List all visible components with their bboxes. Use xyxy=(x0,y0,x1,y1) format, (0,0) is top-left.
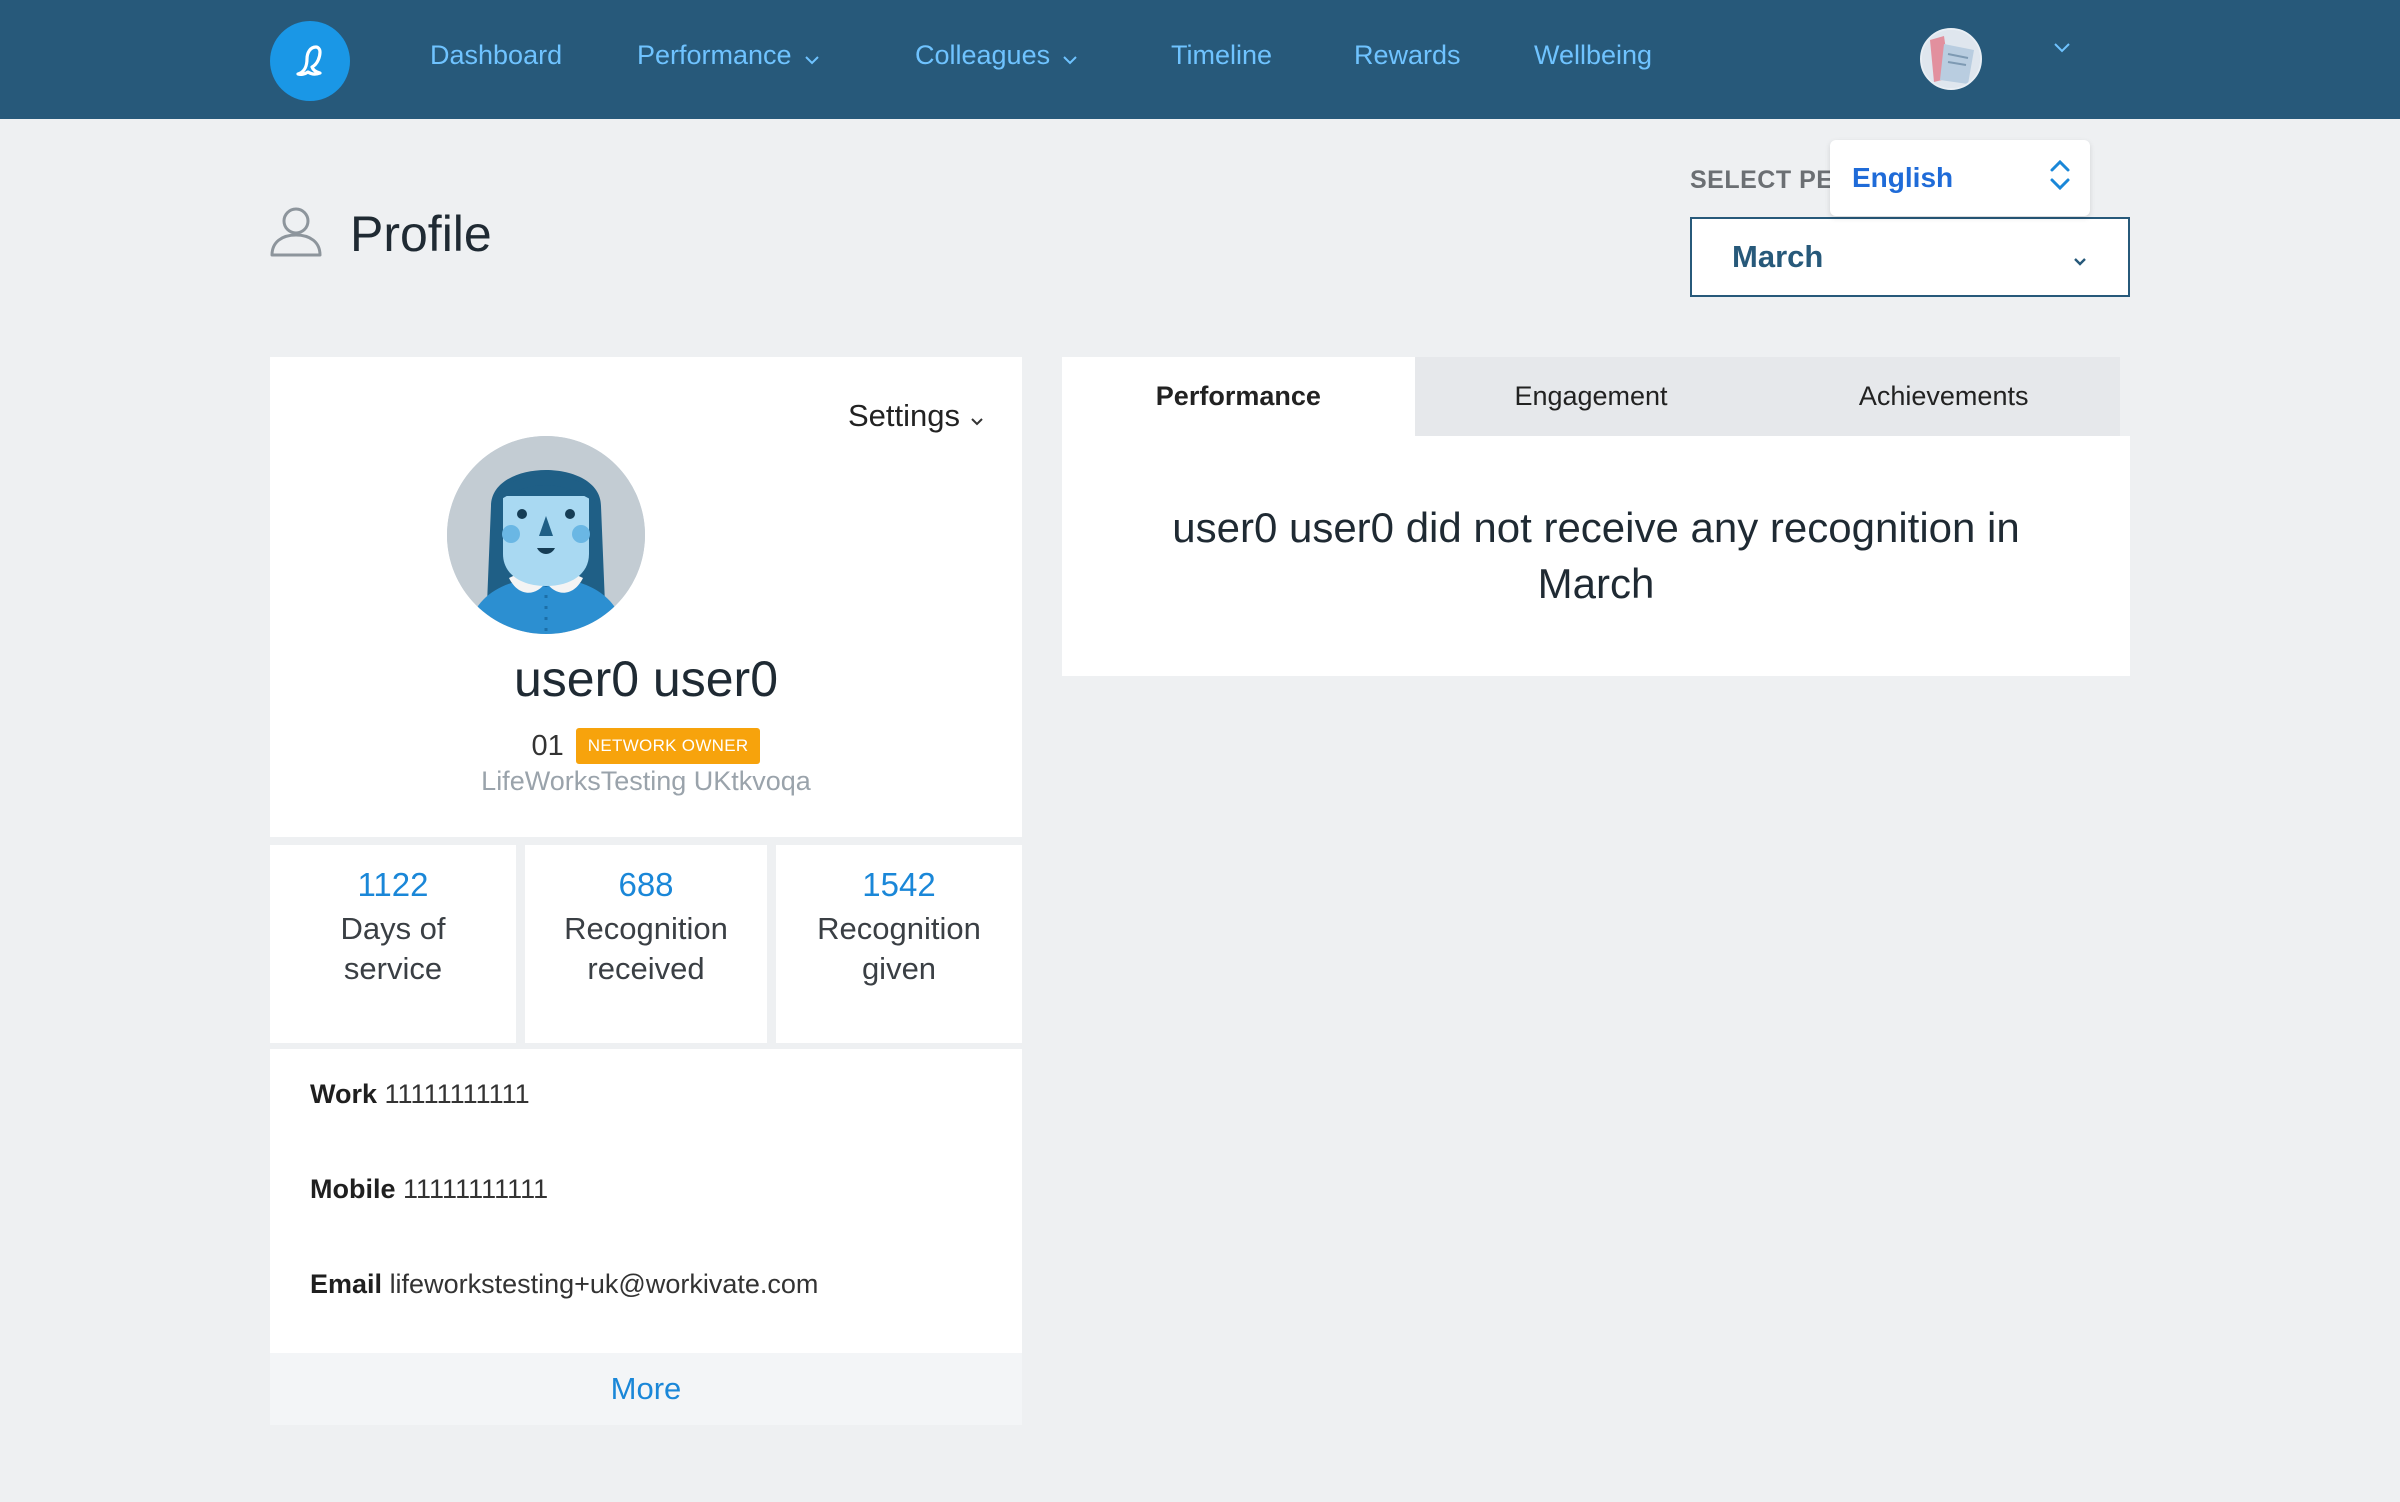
user-outline-icon xyxy=(268,204,324,263)
page-title-text: Profile xyxy=(350,205,492,262)
nav-dashboard-label: Dashboard xyxy=(430,40,563,70)
user-avatar[interactable] xyxy=(1920,28,1982,90)
nav-timeline-label: Timeline xyxy=(1171,40,1273,70)
page-title: Profile xyxy=(268,204,492,263)
nav-wellbeing-label: Wellbeing xyxy=(1534,40,1653,70)
stat-label: Recognition received xyxy=(564,910,728,986)
chevron-down-icon xyxy=(804,55,820,65)
contact-email-label: Email xyxy=(310,1269,383,1299)
settings-dropdown[interactable]: Settings xyxy=(848,398,984,434)
contact-work-label: Work xyxy=(310,1079,378,1109)
performance-panel: user0 user0 did not receive any recognit… xyxy=(1062,436,2130,676)
nav-dashboard[interactable]: Dashboard xyxy=(430,40,562,71)
contact-email: Email lifeworkstesting+uk@workivate.com xyxy=(310,1269,818,1300)
stat-value: 688 xyxy=(618,866,674,903)
stat-recognition-received: 688 Recognition received xyxy=(525,845,767,1043)
top-navigation-bar: Dashboard Performance Colleagues Timelin… xyxy=(0,0,2400,119)
contact-details: Work 11111111111 Mobile 11111111111 Emai… xyxy=(270,1049,1022,1353)
lifeworks-logo-icon[interactable] xyxy=(270,21,350,101)
contact-email-value[interactable]: lifeworkstesting+uk@workivate.com xyxy=(390,1269,819,1299)
tab-engagement[interactable]: Engagement xyxy=(1415,357,1768,436)
nav-colleagues[interactable]: Colleagues xyxy=(915,40,1078,71)
stat-value: 1122 xyxy=(357,866,429,903)
more-button[interactable]: More xyxy=(270,1353,1022,1425)
nav-rewards-label: Rewards xyxy=(1354,40,1461,70)
stat-days-of-service: 1122 Days of service xyxy=(270,845,516,1043)
profile-id-row: 01 NETWORK OWNER xyxy=(270,728,1022,764)
chevron-down-icon xyxy=(2072,239,2088,275)
nav-colleagues-label: Colleagues xyxy=(915,40,1051,70)
stat-label: Recognition given xyxy=(817,910,981,986)
contact-mobile-label: Mobile xyxy=(310,1174,396,1204)
period-select-value: March xyxy=(1732,239,1824,274)
contact-mobile-value[interactable]: 11111111111 xyxy=(403,1174,548,1204)
chevron-down-icon xyxy=(970,398,984,434)
tab-achievements[interactable]: Achievements xyxy=(1767,357,2120,436)
stat-value: 1542 xyxy=(862,866,936,903)
contact-mobile: Mobile 11111111111 xyxy=(310,1174,548,1205)
employee-id: 01 xyxy=(531,729,564,762)
language-select-value: English xyxy=(1852,162,1954,193)
role-badge: NETWORK OWNER xyxy=(575,728,761,764)
no-recognition-message: user0 user0 did not receive any recognit… xyxy=(1172,504,2020,607)
up-down-chevron-icon xyxy=(2046,155,2074,202)
tab-performance[interactable]: Performance xyxy=(1062,357,1415,436)
user-menu-chevron-icon[interactable] xyxy=(2052,42,2072,54)
profile-name: user0 user0 xyxy=(513,651,779,707)
nav-rewards[interactable]: Rewards xyxy=(1354,40,1461,71)
nav-timeline[interactable]: Timeline xyxy=(1171,40,1272,71)
profile-avatar xyxy=(447,436,645,634)
chevron-down-icon xyxy=(1062,55,1078,65)
nav-performance[interactable]: Performance xyxy=(637,40,820,71)
contact-work: Work 11111111111 xyxy=(310,1079,530,1110)
profile-tabs: Performance Engagement Achievements xyxy=(1062,357,2120,436)
period-select[interactable]: March xyxy=(1690,217,2130,297)
contact-work-value[interactable]: 11111111111 xyxy=(385,1079,530,1109)
settings-label: Settings xyxy=(848,398,961,433)
stat-recognition-given: 1542 Recognition given xyxy=(776,845,1022,1043)
language-select[interactable]: English xyxy=(1830,140,2090,216)
nav-performance-label: Performance xyxy=(637,40,792,70)
company-name: LifeWorksTesting UKtkvoqa xyxy=(481,766,811,796)
stat-label: Days of service xyxy=(340,910,446,986)
nav-wellbeing[interactable]: Wellbeing xyxy=(1534,40,1652,71)
